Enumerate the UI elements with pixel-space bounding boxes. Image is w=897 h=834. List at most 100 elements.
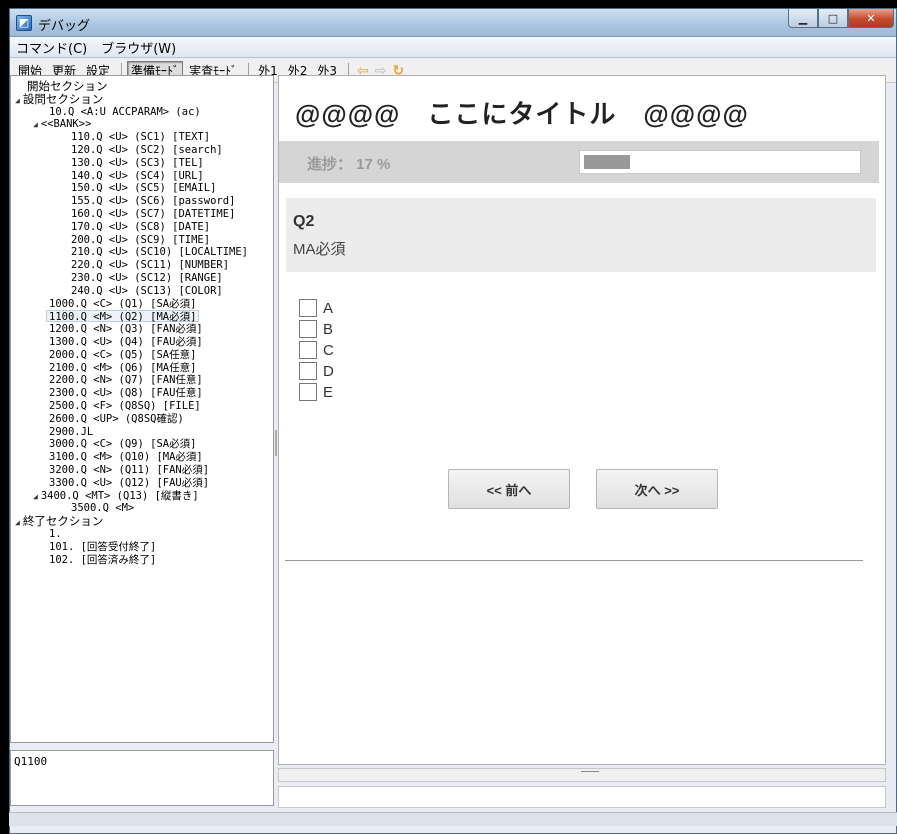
tree-item-label: 3500.Q <M> bbox=[71, 502, 135, 515]
tree-item[interactable]: 240.Q <U> (SC13) [COLOR] bbox=[71, 285, 223, 297]
expand-arrow-icon[interactable]: ◢ bbox=[33, 492, 38, 501]
tree-item[interactable]: 2000.Q <C> (Q5) [SA任意] bbox=[49, 349, 196, 361]
tree-item-label: 1. bbox=[49, 528, 62, 540]
tree-item[interactable]: 2900.JL bbox=[49, 426, 93, 438]
status-bar bbox=[9, 812, 897, 826]
option-b[interactable]: B bbox=[299, 319, 333, 339]
menu-browser[interactable]: ブラウザ(W) bbox=[101, 38, 176, 57]
close-button[interactable]: ✕ bbox=[848, 9, 894, 28]
tree-item[interactable]: 3200.Q <N> (Q11) [FAN必須] bbox=[49, 464, 209, 476]
tree-item-label: 160.Q <U> (SC7) [DATETIME] bbox=[71, 208, 236, 220]
tree-item-label: 170.Q <U> (SC8) [DATE] bbox=[71, 220, 211, 233]
tree-item-label: 1100.Q <M> (Q2) [MA必須] bbox=[49, 311, 197, 324]
tree-item-label: 140.Q <U> (SC4) [URL] bbox=[71, 169, 204, 182]
tree-item-label: 1200.Q <N> (Q3) [FAN必須] bbox=[49, 323, 203, 336]
tree-item[interactable]: 130.Q <U> (SC3) [TEL] bbox=[71, 157, 204, 169]
option-d[interactable]: D bbox=[299, 361, 334, 381]
tree-item[interactable]: 155.Q <U> (SC6) [password] bbox=[71, 195, 235, 207]
tree-item-label: 240.Q <U> (SC13) [COLOR] bbox=[71, 284, 223, 297]
tree-item[interactable]: 2100.Q <M> (Q6) [MA任意] bbox=[49, 362, 196, 374]
window-title: デバッグ bbox=[38, 19, 91, 34]
tree-item[interactable]: 2500.Q <F> (Q8SQ) [FILE] bbox=[49, 400, 201, 412]
tree-item[interactable]: 1100.Q <M> (Q2) [MA必須] bbox=[46, 310, 200, 324]
tree-item[interactable]: 1200.Q <N> (Q3) [FAN必須] bbox=[49, 323, 203, 335]
tree-item-label: 120.Q <U> (SC2) [search] bbox=[71, 144, 223, 156]
horizontal-scrollbar[interactable] bbox=[278, 768, 886, 782]
tree-item[interactable]: 230.Q <U> (SC12) [RANGE] bbox=[71, 272, 223, 284]
tree-item[interactable]: 2300.Q <U> (Q8) [FAU任意] bbox=[49, 387, 203, 399]
splitter-handle[interactable] bbox=[275, 430, 277, 456]
tree-item[interactable]: 150.Q <U> (SC5) [EMAIL] bbox=[71, 182, 216, 194]
option-c[interactable]: C bbox=[299, 340, 334, 360]
minimize-button[interactable]: ▁ bbox=[788, 9, 818, 28]
tree-item-label: 230.Q <U> (SC12) [RANGE] bbox=[71, 272, 223, 284]
tree-item[interactable]: 2200.Q <N> (Q7) [FAN任意] bbox=[49, 374, 203, 386]
tree-item[interactable]: 開始セクション bbox=[27, 80, 108, 92]
tree-item[interactable]: 200.Q <U> (SC9) [TIME] bbox=[71, 234, 210, 246]
tree-item-label: 1300.Q <U> (Q4) [FAU必須] bbox=[49, 336, 203, 348]
prev-button[interactable]: << 前へ bbox=[448, 469, 570, 509]
expand-arrow-icon[interactable]: ◢ bbox=[33, 120, 38, 129]
expand-arrow-icon[interactable]: ◢ bbox=[15, 96, 20, 105]
tree-item-label: 3400.Q <MT> (Q13) [縦書き] bbox=[40, 489, 199, 502]
tree-item[interactable]: 220.Q <U> (SC11) [NUMBER] bbox=[71, 259, 229, 271]
option-label: D bbox=[323, 362, 334, 380]
tree-item[interactable]: 1000.Q <C> (Q1) [SA必須] bbox=[49, 298, 196, 310]
option-checkbox[interactable] bbox=[299, 320, 317, 338]
tree-item[interactable]: 160.Q <U> (SC7) [DATETIME] bbox=[71, 208, 235, 220]
tree-item[interactable]: ◢ 設問セクション bbox=[15, 93, 103, 105]
survey-tree[interactable]: 開始セクション ◢ 設問セクション 10.Q <A:U ACCPARAM> (ac) ◢… bbox=[10, 75, 274, 743]
tree-item-label: 10.Q <A:U ACCPARAM> (ac) bbox=[49, 105, 201, 118]
tree-item[interactable]: 1300.Q <U> (Q4) [FAU必須] bbox=[49, 336, 203, 348]
tree-item[interactable]: ◢ 3400.Q <MT> (Q13) [縦書き] bbox=[33, 490, 199, 502]
tree-item[interactable]: 3000.Q <C> (Q9) [SA必須] bbox=[49, 438, 196, 450]
tree-item[interactable]: 110.Q <U> (SC1) [TEXT] bbox=[71, 131, 210, 143]
tree-item[interactable]: ◢ <<BANK>> bbox=[33, 118, 91, 130]
tree-item-label: 終了セクション bbox=[22, 514, 104, 529]
tree-item-label: 2600.Q <UP> (Q8SQ確認) bbox=[49, 412, 184, 425]
menu-bar: コマンド(C) ブラウザ(W) bbox=[10, 37, 896, 58]
tree-item-label: 130.Q <U> (SC3) [TEL] bbox=[71, 156, 204, 169]
maximize-button[interactable]: □ bbox=[818, 9, 848, 28]
tree-item[interactable]: ◢ 終了セクション bbox=[15, 515, 103, 527]
tree-item[interactable]: 140.Q <U> (SC4) [URL] bbox=[71, 170, 204, 182]
tree-item-label: 3100.Q <M> (Q10) [MA必須] bbox=[49, 451, 203, 464]
command-input[interactable]: Q1100 bbox=[10, 750, 274, 806]
tree-item[interactable]: 170.Q <U> (SC8) [DATE] bbox=[71, 221, 210, 233]
tree-item[interactable]: 102. [回答済み終了] bbox=[49, 554, 156, 566]
tree-item[interactable]: 1. bbox=[49, 528, 62, 540]
tree-item-label: 2900.JL bbox=[49, 425, 94, 438]
tree-item-label: 220.Q <U> (SC11) [NUMBER] bbox=[71, 259, 230, 272]
option-label: A bbox=[323, 299, 334, 317]
tree-item[interactable]: 10.Q <A:U ACCPARAM> (ac) bbox=[49, 106, 201, 118]
option-checkbox[interactable] bbox=[299, 383, 317, 401]
tree-item-label: 1000.Q <C> (Q1) [SA必須] bbox=[49, 297, 197, 310]
progress-bar bbox=[579, 150, 861, 174]
tree-item-label: 155.Q <U> (SC6) [password] bbox=[71, 195, 236, 208]
tree-item[interactable]: 3500.Q <M> bbox=[71, 502, 134, 514]
option-a[interactable]: A bbox=[299, 298, 333, 318]
tree-item[interactable]: 2600.Q <UP> (Q8SQ確認) bbox=[49, 413, 184, 425]
tree-item-label: 3200.Q <N> (Q11) [FAN必須] bbox=[49, 464, 210, 476]
tree-item[interactable]: 120.Q <U> (SC2) [search] bbox=[71, 144, 223, 156]
page-title: @@@@ ここにタイトル @@@@ bbox=[295, 99, 749, 129]
tree-item[interactable]: 3100.Q <M> (Q10) [MA必須] bbox=[49, 451, 203, 463]
tree-item-label: 2300.Q <U> (Q8) [FAU任意] bbox=[49, 387, 203, 400]
option-label: C bbox=[323, 341, 334, 359]
option-e[interactable]: E bbox=[299, 382, 333, 402]
option-checkbox[interactable] bbox=[299, 341, 317, 359]
scrollbar-grip[interactable] bbox=[581, 771, 599, 772]
tree-item[interactable]: 101. [回答受付終了] bbox=[49, 541, 156, 553]
browser-status-field bbox=[278, 786, 886, 808]
option-checkbox[interactable] bbox=[299, 299, 317, 317]
option-checkbox[interactable] bbox=[299, 362, 317, 380]
next-button[interactable]: 次へ >> bbox=[596, 469, 718, 509]
tree-item-label: 3000.Q <C> (Q9) [SA必須] bbox=[49, 438, 197, 451]
question-number: Q2 bbox=[293, 213, 315, 230]
menu-command[interactable]: コマンド(C) bbox=[16, 38, 87, 57]
app-icon: ◩ bbox=[16, 15, 32, 31]
tree-item[interactable]: 3300.Q <U> (Q12) [FAU必須] bbox=[49, 477, 209, 489]
tree-item[interactable]: 210.Q <U> (SC10) [LOCALTIME] bbox=[71, 246, 248, 258]
expand-arrow-icon[interactable]: ◢ bbox=[15, 518, 20, 527]
tree-item-label: 110.Q <U> (SC1) [TEXT] bbox=[71, 131, 211, 144]
